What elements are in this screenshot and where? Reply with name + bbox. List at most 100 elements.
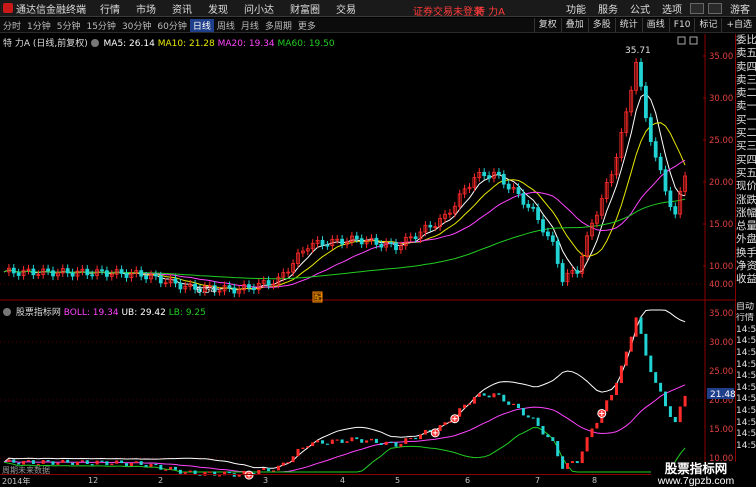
indicator-candle bbox=[419, 434, 422, 440]
indicator-settings-icon[interactable] bbox=[3, 308, 11, 316]
date-label: 12 bbox=[88, 476, 99, 485]
indicator-candle bbox=[355, 437, 359, 440]
candlesticks bbox=[7, 58, 687, 298]
indicator-candle bbox=[325, 443, 329, 445]
candle-body bbox=[550, 235, 555, 242]
trade-time-row: 自动 bbox=[736, 301, 755, 312]
candle-body bbox=[413, 236, 418, 240]
indicator-candle bbox=[296, 449, 300, 457]
indicator-candle bbox=[46, 460, 50, 462]
indicator-candle bbox=[590, 428, 594, 438]
indicator-candle bbox=[487, 395, 491, 398]
quote-field-label: 买五 bbox=[736, 166, 756, 179]
candle-body bbox=[100, 269, 104, 272]
indicator-candle bbox=[531, 417, 535, 419]
panel-settings-icon[interactable] bbox=[677, 36, 686, 45]
date-label: 2014年 bbox=[2, 477, 31, 486]
indicator-candle bbox=[291, 456, 295, 463]
indicator-candle bbox=[61, 459, 65, 463]
candle-body bbox=[227, 285, 232, 289]
indicator-candle bbox=[664, 391, 667, 407]
ma20-value: MA20: 19.34 bbox=[217, 39, 275, 49]
candle-body bbox=[506, 183, 511, 190]
trade-time-row: 14:50 bbox=[736, 394, 756, 405]
indicator-value-text: 21.48 bbox=[710, 390, 736, 400]
indicator-candle bbox=[399, 443, 403, 447]
indicator-candle bbox=[502, 394, 506, 402]
indicator-candle bbox=[379, 443, 383, 445]
ma-lines bbox=[3, 93, 686, 291]
indicator-candle bbox=[659, 382, 663, 392]
quote-field-label: 买二 bbox=[736, 127, 756, 140]
date-label: 5 bbox=[395, 476, 401, 485]
trade-time-row: 14:50 bbox=[736, 429, 756, 440]
candle-body bbox=[266, 280, 271, 286]
candle-body bbox=[560, 263, 565, 283]
indicator-candle bbox=[389, 441, 393, 443]
indicator-candle bbox=[316, 440, 320, 443]
candle-body bbox=[320, 239, 325, 246]
candle-body bbox=[389, 242, 394, 244]
indicator-candle bbox=[365, 440, 369, 443]
candle-body bbox=[90, 274, 95, 277]
indicator-candle bbox=[330, 439, 334, 444]
candle-body bbox=[359, 238, 364, 245]
indicator-candle bbox=[276, 465, 280, 471]
event-tag-label: 配 bbox=[314, 293, 322, 302]
candle-body bbox=[247, 284, 251, 289]
indicator-candle bbox=[384, 441, 388, 445]
indicator-candle bbox=[27, 460, 30, 462]
kline-chart[interactable]: 35.00 30.00 25.00 20.00 15.00 10.00 40.00 35.0… bbox=[0, 0, 756, 487]
indicator-candle bbox=[580, 451, 584, 464]
indicator-candle bbox=[482, 393, 486, 396]
candle-body bbox=[531, 206, 536, 209]
indicator-candle bbox=[634, 317, 638, 337]
quote-field-label: 卖五 bbox=[736, 47, 756, 60]
indicator-candle bbox=[227, 471, 231, 474]
candle-body bbox=[379, 243, 384, 248]
date-label: 6 bbox=[465, 476, 471, 485]
indicator-candle bbox=[149, 463, 153, 467]
candle-body bbox=[70, 272, 75, 277]
indicator-candle bbox=[492, 393, 496, 398]
candle-body bbox=[354, 235, 359, 240]
indicator-candle bbox=[536, 417, 540, 426]
indicator-candle bbox=[321, 440, 324, 444]
indicator-candle bbox=[472, 396, 476, 404]
panel-maximize-icon[interactable] bbox=[689, 36, 698, 45]
date-label: 7 bbox=[535, 476, 541, 485]
candle-body bbox=[173, 278, 178, 284]
indicator-candle bbox=[414, 437, 418, 440]
ma5-value: MA5: 26.14 bbox=[103, 39, 155, 49]
trade-time-row: 14:50 bbox=[736, 359, 756, 370]
indicator-candle bbox=[595, 422, 599, 429]
indicator-candle bbox=[556, 441, 560, 457]
legend-settings-icon[interactable] bbox=[90, 39, 99, 47]
quote-panel-spacer bbox=[736, 287, 756, 302]
indicator-title: 股票指标网 bbox=[15, 308, 61, 318]
candle-body bbox=[546, 231, 550, 237]
indicator-candle bbox=[100, 460, 104, 462]
indicator-candle bbox=[345, 441, 349, 443]
indicator-tick-label: 15.00 bbox=[709, 425, 733, 435]
quote-field-label: 买三 bbox=[736, 140, 756, 153]
indicator-candle bbox=[644, 333, 648, 356]
indicator-candle bbox=[51, 461, 55, 465]
indicator-candle bbox=[85, 460, 89, 465]
indicator-candle bbox=[463, 404, 467, 409]
ma10-value: MA10: 21.28 bbox=[157, 39, 215, 49]
ma5-line bbox=[3, 93, 686, 291]
candle-body bbox=[119, 269, 124, 274]
indicator-candle bbox=[610, 395, 614, 401]
date-label: 8 bbox=[592, 476, 598, 485]
indicator-candle bbox=[570, 461, 574, 464]
indicator-candle bbox=[668, 406, 672, 417]
chart-title: 特 力A (日线,前复权) bbox=[3, 39, 88, 49]
candle-body bbox=[11, 267, 16, 274]
indicator-candle bbox=[208, 471, 212, 473]
quote-field-label: 外盘 bbox=[736, 233, 756, 246]
indicator-candle bbox=[139, 461, 143, 465]
candle-body bbox=[144, 275, 149, 280]
indicator-candle bbox=[394, 442, 398, 447]
indicator-candle bbox=[272, 470, 275, 472]
